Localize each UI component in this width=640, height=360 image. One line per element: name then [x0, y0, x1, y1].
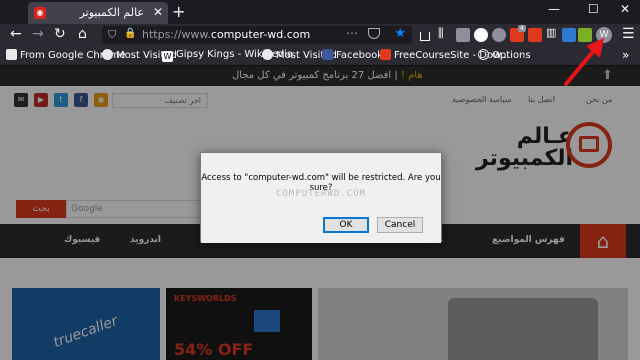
tracking-shield-icon[interactable]: ⛉ [108, 28, 116, 42]
reload-button[interactable]: ↻ [54, 26, 66, 42]
tab-strip: ◉ عالم الكمبيوتر ✕ + — ☐ ✕ [0, 0, 640, 24]
bookmarks-toolbar: From Google Chrome Most Visited W Gipsy K… [0, 46, 640, 66]
downloads-icon[interactable] [420, 32, 430, 41]
bookmark-facebook[interactable]: Facebook [322, 49, 383, 61]
ok-button[interactable]: OK [323, 217, 369, 233]
wikipedia-icon: W [162, 51, 173, 62]
url-text[interactable]: https://www.computer-wd.com [142, 28, 310, 41]
folder-icon [6, 49, 17, 60]
bookmark-label: Facebook [336, 50, 383, 61]
extension-badge: 4 [518, 25, 526, 32]
url-prefix: https://www. [142, 28, 211, 41]
forward-button[interactable]: → [32, 26, 44, 42]
dialog-footer: OK Cancel [201, 209, 441, 243]
lock-icon[interactable]: 🔒 [124, 28, 136, 39]
site-favicon-icon: ◉ [34, 7, 46, 19]
new-tab-button[interactable]: + [172, 2, 185, 21]
watermark-text: COMPUTERWD.COM [276, 189, 366, 199]
gear-icon [102, 49, 113, 60]
back-button[interactable]: ← [10, 26, 22, 42]
pocket-icon[interactable] [368, 28, 380, 39]
cancel-button[interactable]: Cancel [377, 217, 423, 233]
maximize-button[interactable]: ☐ [588, 2, 599, 16]
url-bar[interactable]: ⛉ 🔒 https://www.computer-wd.com ⋯ ★ [102, 26, 412, 44]
library-icon[interactable]: ⫼ [438, 26, 452, 40]
freecourse-icon [380, 49, 391, 60]
url-domain: computer-wd.com [210, 28, 311, 41]
minimize-button[interactable]: — [548, 2, 560, 16]
navigation-toolbar: ← → ↻ ⌂ ⛉ 🔒 https://www.computer-wd.com … [0, 24, 640, 46]
tab-close-icon[interactable]: ✕ [153, 5, 163, 19]
extension-bars-icon[interactable]: ▥ [546, 26, 560, 40]
extension-dots-icon[interactable] [528, 28, 542, 42]
bookmark-options[interactable]: Options [478, 49, 531, 61]
confirm-dialog: Access to "computer-wd.com" will be rest… [200, 152, 442, 243]
red-arrow-annotation-icon [564, 38, 604, 86]
facebook-icon [322, 49, 333, 60]
window-close-button[interactable]: ✕ [620, 2, 630, 16]
account-icon[interactable] [474, 28, 488, 42]
bookmark-label: Options [492, 50, 531, 61]
sidebar-icon[interactable] [456, 28, 470, 42]
menu-button[interactable]: ☰ [622, 26, 635, 42]
page-actions-icon[interactable]: ⋯ [346, 26, 358, 40]
bookmarks-overflow-button[interactable]: » [622, 48, 629, 62]
tab-title: عالم الكمبيوتر [79, 6, 144, 19]
home-button[interactable]: ⌂ [78, 26, 87, 42]
gear-icon [262, 49, 273, 60]
bookmark-star-icon[interactable]: ★ [394, 26, 406, 41]
extension-circle-icon[interactable] [492, 28, 506, 42]
browser-tab[interactable]: ◉ عالم الكمبيوتر ✕ [28, 2, 168, 24]
globe-icon [478, 49, 489, 60]
